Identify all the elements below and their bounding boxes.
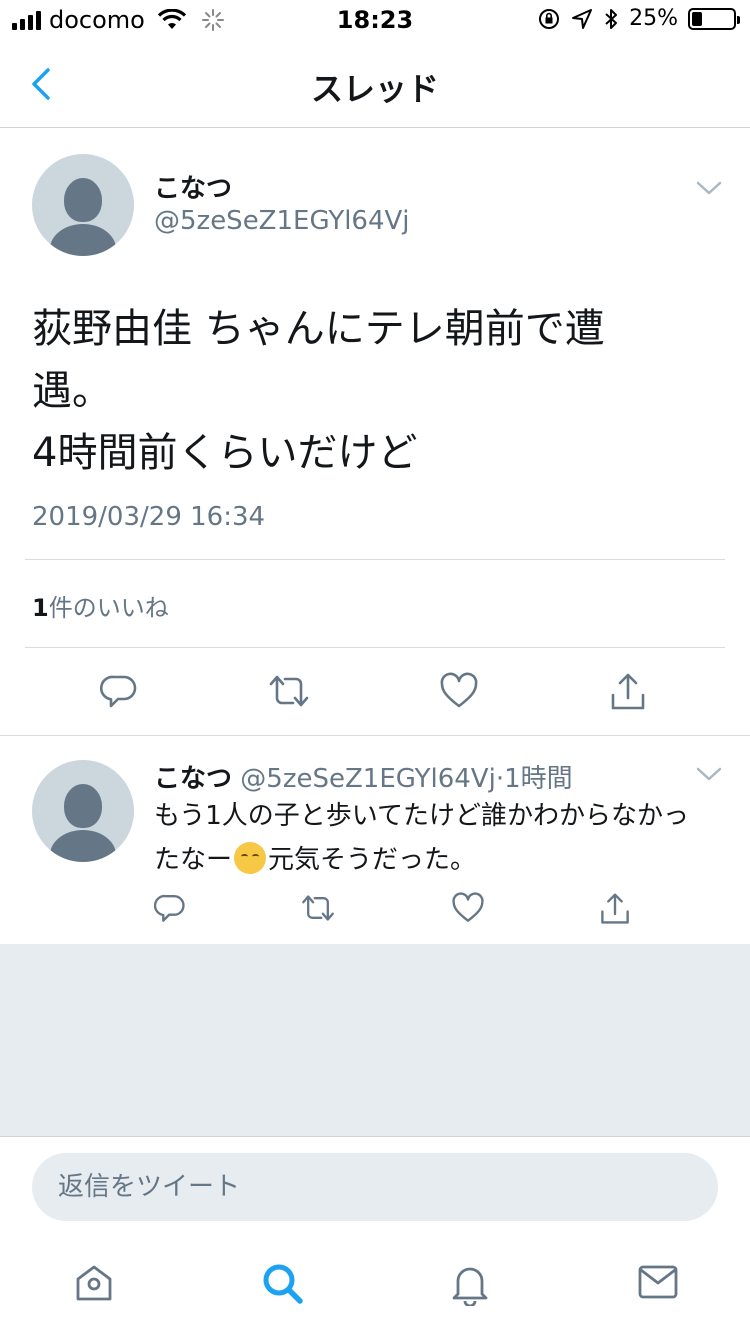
avatar[interactable]	[32, 760, 134, 862]
location-arrow-icon	[572, 8, 593, 29]
status-right: 25%	[537, 6, 740, 31]
display-name: こなつ	[154, 764, 233, 794]
chevron-down-icon[interactable]	[696, 766, 722, 782]
messages-icon[interactable]	[637, 1262, 679, 1302]
like-count: 1	[32, 594, 49, 622]
like-icon[interactable]	[451, 892, 485, 924]
divider	[25, 559, 725, 560]
navigation-bar: スレッド	[0, 40, 750, 128]
tweet-text: 荻野由佳 ちゃんにテレ朝前で遭 遇。 4時間前くらいだけど	[32, 306, 605, 476]
reply-input[interactable]	[32, 1153, 718, 1221]
display-name[interactable]: こなつ	[154, 168, 232, 205]
orientation-lock-icon	[539, 8, 560, 29]
user-handle: @5zeSeZ1EGYl64Vj	[240, 764, 496, 794]
reply-icon[interactable]	[100, 672, 138, 710]
retweet-icon[interactable]	[300, 892, 336, 924]
tweet-timestamp[interactable]: 2019/03/29 16:34	[32, 502, 265, 532]
avatar[interactable]	[32, 154, 134, 256]
empty-thread-area	[0, 944, 750, 1136]
like-count-row[interactable]: 1件のいいね	[32, 588, 169, 623]
divider	[0, 735, 750, 736]
pensive-face-emoji	[234, 842, 267, 874]
chevron-down-icon[interactable]	[696, 180, 722, 196]
battery-percent: 25%	[629, 6, 678, 31]
reply-header[interactable]: こなつ @5zeSeZ1EGYl64Vj·1時間	[154, 758, 573, 795]
reply-bar	[0, 1136, 750, 1238]
page-title: スレッド	[310, 70, 439, 108]
bluetooth-icon	[605, 8, 618, 29]
tab-bar	[0, 1238, 750, 1334]
time-ago: 1時間	[504, 764, 573, 794]
search-icon[interactable]	[261, 1262, 305, 1306]
reply-icon[interactable]	[154, 892, 186, 924]
like-count-label: 件のいいね	[48, 594, 169, 622]
status-bar: docomo 18:23 25%	[0, 0, 750, 40]
separator-dot: ·	[495, 764, 505, 794]
divider	[25, 647, 725, 648]
home-icon[interactable]	[73, 1262, 115, 1304]
share-icon[interactable]	[599, 892, 631, 926]
default-avatar-icon	[64, 784, 102, 828]
default-avatar-icon	[64, 178, 102, 222]
reply-text: もう1人の子と歩いてたけど誰かわからなかったなー 元気そうだった。	[154, 794, 714, 882]
notifications-icon[interactable]	[450, 1262, 490, 1306]
reply-text-part: 元気そうだった。	[268, 845, 477, 875]
like-icon[interactable]	[439, 672, 479, 710]
user-handle[interactable]: @5zeSeZ1EGYl64Vj	[154, 206, 410, 236]
retweet-icon[interactable]	[267, 672, 311, 710]
battery-icon	[688, 7, 740, 30]
share-icon[interactable]	[609, 672, 647, 712]
